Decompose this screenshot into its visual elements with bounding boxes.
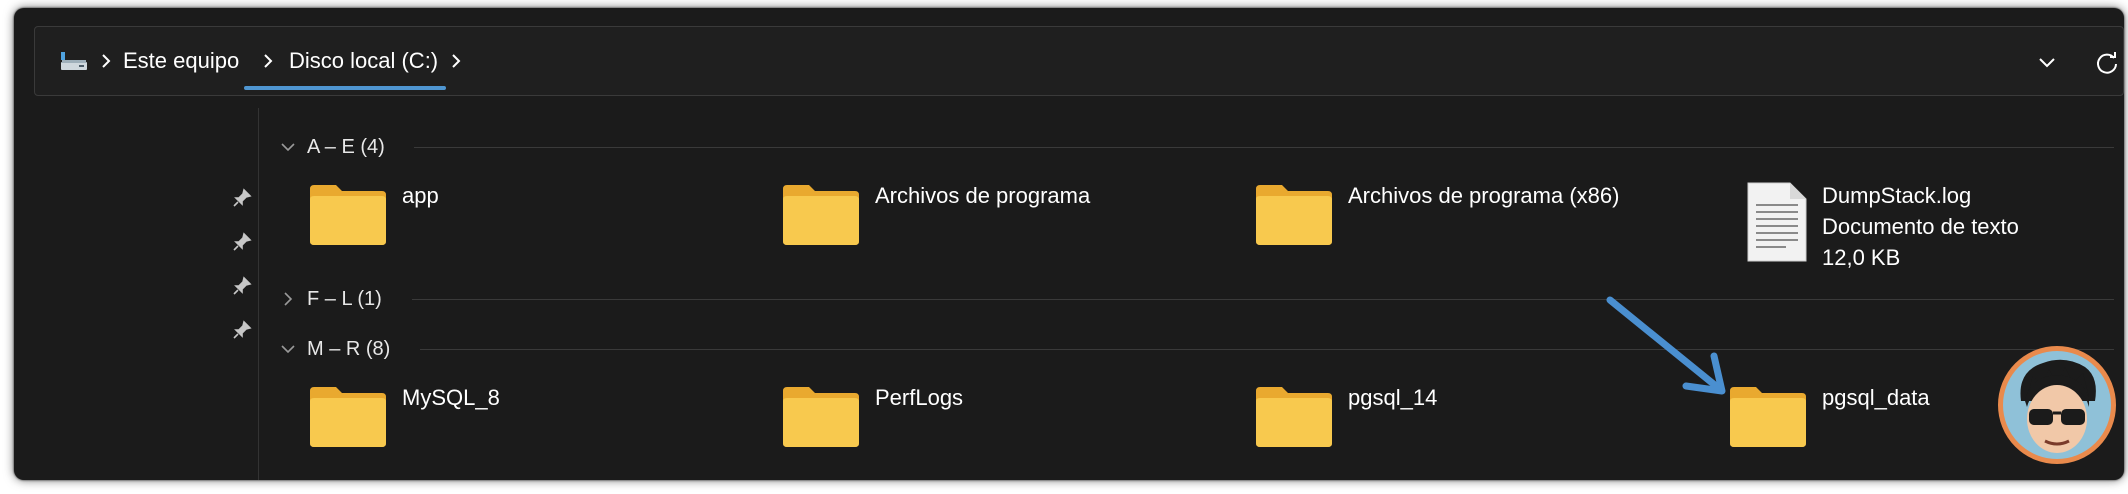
folder-icon xyxy=(783,387,859,447)
breadcrumb-este-equipo[interactable]: Este equipo xyxy=(123,47,239,75)
item-name: MySQL_8 xyxy=(402,385,500,410)
group-divider xyxy=(420,349,2114,350)
group-label: M – R (8) xyxy=(307,338,391,360)
pane-divider[interactable] xyxy=(258,108,259,480)
text-document-icon xyxy=(1747,182,1807,262)
item-name: Archivos de programa xyxy=(875,183,1091,208)
folder-icon xyxy=(310,185,386,245)
item-name: DumpStack.log xyxy=(1822,183,1972,208)
breadcrumb-disco-local[interactable]: Disco local (C:) xyxy=(289,47,438,75)
pin-icon[interactable] xyxy=(232,188,252,210)
pin-icon[interactable] xyxy=(232,232,252,254)
expand-history-button[interactable] xyxy=(2033,49,2061,77)
list-item-perflogs[interactable]: PerfLogs xyxy=(781,383,1241,473)
folder-icon xyxy=(310,387,386,447)
refresh-icon[interactable] xyxy=(2093,49,2121,77)
active-crumb-indicator xyxy=(244,86,446,90)
avatar-face-icon xyxy=(2020,359,2096,453)
list-item-archivos-de-programa[interactable]: Archivos de programa xyxy=(781,181,1241,271)
item-name: pgsql_data xyxy=(1822,385,1930,410)
pin-icon[interactable] xyxy=(232,320,252,342)
group-label: A – E (4) xyxy=(307,136,385,158)
list-item-mysql-8[interactable]: MySQL_8 xyxy=(308,383,768,473)
navigation-pane xyxy=(14,108,258,480)
list-item-dumpstack-log[interactable]: DumpStack.log Documento de texto 12,0 KB xyxy=(1728,181,2124,281)
chevron-right-icon[interactable] xyxy=(261,49,275,73)
group-header-a-e[interactable]: A – E (4) xyxy=(279,132,409,162)
list-item-app[interactable]: app xyxy=(308,181,768,271)
folder-icon xyxy=(1730,387,1806,447)
chevron-right-icon[interactable] xyxy=(99,49,113,73)
folder-icon xyxy=(1256,185,1332,245)
chevron-down-icon xyxy=(281,143,295,152)
group-divider xyxy=(412,299,2114,300)
item-kind: Documento de texto xyxy=(1822,214,2019,239)
group-divider xyxy=(414,147,2114,148)
chevron-down-icon xyxy=(281,345,295,354)
chevron-right-icon[interactable] xyxy=(449,49,463,73)
pin-icon[interactable] xyxy=(232,276,252,298)
annotation-arrow-icon xyxy=(1606,296,1726,395)
folder-icon xyxy=(783,185,859,245)
avatar xyxy=(1998,346,2116,464)
group-header-m-r[interactable]: M – R (8) xyxy=(279,334,409,364)
folder-icon xyxy=(1256,387,1332,447)
item-name: pgsql_14 xyxy=(1348,385,1438,410)
pc-drive-icon[interactable] xyxy=(59,49,89,73)
item-size: 12,0 KB xyxy=(1822,245,1901,270)
item-name: PerfLogs xyxy=(875,385,964,410)
file-explorer-window: Este equipo Disco local (C:) A – E (4) a… xyxy=(14,8,2124,480)
chevron-right-icon xyxy=(284,292,293,306)
group-header-f-l[interactable]: F – L (1) xyxy=(279,284,409,314)
item-name: app xyxy=(402,183,439,208)
list-item-archivos-de-programa-x86[interactable]: Archivos de programa (x86) xyxy=(1254,181,1714,271)
group-label: F – L (1) xyxy=(307,288,382,310)
item-name: Archivos de programa (x86) xyxy=(1348,183,1620,208)
